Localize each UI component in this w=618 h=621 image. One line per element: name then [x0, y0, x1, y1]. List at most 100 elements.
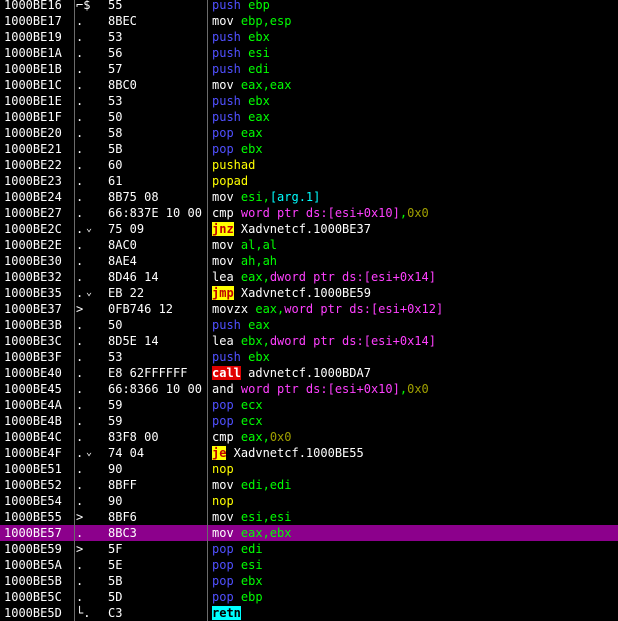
column-divider	[74, 365, 75, 381]
instruction: push eax	[212, 317, 270, 333]
disasm-row[interactable]: 1000BE4C. 83F8 00 cmp eax,0x0	[0, 429, 618, 445]
disasm-row[interactable]: 1000BE57. 8BC3 mov eax,ebx	[0, 525, 618, 541]
opcode-bytes: 5E	[108, 558, 123, 572]
opcode-bytes: 5B	[108, 574, 123, 588]
disasm-row[interactable]: 1000BE24. 8B75 08 mov esi,[arg.1]	[0, 189, 618, 205]
instruction: mov edi,edi	[212, 477, 291, 493]
opcode-bytes: 53	[108, 94, 123, 108]
disasm-row[interactable]: 1000BE22. 60 pushad	[0, 157, 618, 173]
disasm-row[interactable]: 1000BE21. 5B pop ebx	[0, 141, 618, 157]
flow-marker: ⌐$	[76, 0, 91, 12]
disasm-row[interactable]: 1000BE37 >0FB746 12 movzx eax,word ptr ds:…	[0, 301, 618, 317]
column-divider	[207, 29, 208, 45]
mnemonic: pop	[212, 542, 234, 556]
address-cell: 1000BE37	[4, 302, 62, 316]
instruction: pop ebp	[212, 589, 263, 605]
mnemonic: nop	[212, 494, 234, 508]
mnemonic: pushad	[212, 158, 256, 172]
instruction: push edi	[212, 61, 270, 77]
disasm-row[interactable]: 1000BE19. 53 push ebx	[0, 29, 618, 45]
column-divider	[207, 13, 208, 29]
disasm-row[interactable]: 1000BE17. 8BEC mov ebp,esp	[0, 13, 618, 29]
operand: ebx	[240, 94, 270, 108]
disasm-row[interactable]: 1000BE5D └. C3 retn	[0, 605, 618, 621]
disassembly-listing[interactable]: 1000BE16 ⌐$ 55 push ebp 1000BE17. 8BEC mov ebp…	[0, 0, 618, 621]
flow-marker: .	[76, 414, 84, 428]
instruction: push ebx	[212, 349, 270, 365]
address-cell: 1000BE1C	[4, 78, 62, 92]
disasm-row[interactable]: 1000BE4F. ⌄ 74 04 je Xadvnetcf.1000BE55	[0, 445, 618, 461]
disasm-row[interactable]: 1000BE4A. 59 pop ecx	[0, 397, 618, 413]
disasm-row[interactable]: 1000BE5A. 5E pop esi	[0, 557, 618, 573]
disasm-row[interactable]: 1000BE30. 8AE4 mov ah,ah	[0, 253, 618, 269]
disasm-row[interactable]: 1000BE54. 90 nop	[0, 493, 618, 509]
instruction: call advnetcf.1000BDA7	[212, 365, 371, 381]
instruction: and word ptr ds:[esi+0x10],0x0	[212, 381, 429, 397]
operand: eax	[240, 110, 270, 124]
column-divider	[74, 29, 75, 45]
instruction: pop ebx	[212, 573, 263, 589]
opcode-bytes: 66:837E 10 00	[108, 206, 202, 220]
flow-marker: .	[76, 110, 84, 124]
instruction: push eax	[212, 109, 270, 125]
mnemonic: mov	[212, 510, 234, 524]
mnemonic: jnz	[212, 222, 234, 236]
disasm-row[interactable]: 1000BE16 ⌐$ 55 push ebp	[0, 0, 618, 13]
flow-marker: .	[76, 270, 84, 284]
column-divider	[74, 397, 75, 413]
disasm-row[interactable]: 1000BE20. 58 pop eax	[0, 125, 618, 141]
disasm-row[interactable]: 1000BE3F. 53 push ebx	[0, 349, 618, 365]
disasm-row[interactable]: 1000BE40. E8 62FFFFFF call advnetcf.1000BD…	[0, 365, 618, 381]
operand: esi,esi	[233, 510, 292, 524]
disasm-row[interactable]: 1000BE1F. 50 push eax	[0, 109, 618, 125]
column-divider	[207, 397, 208, 413]
disasm-row[interactable]: 1000BE5B. 5B pop ebx	[0, 573, 618, 589]
flow-marker: └.	[76, 606, 91, 620]
disasm-row[interactable]: 1000BE55 >8BF6 mov esi,esi	[0, 509, 618, 525]
disasm-row[interactable]: 1000BE59 >5F pop edi	[0, 541, 618, 557]
disasm-row[interactable]: 1000BE2C. ⌄ 75 09 jnz Xadvnetcf.1000BE37	[0, 221, 618, 237]
column-divider	[207, 189, 208, 205]
disasm-row[interactable]: 1000BE4B. 59 pop ecx	[0, 413, 618, 429]
column-divider	[207, 365, 208, 381]
instruction: pop ebx	[212, 141, 263, 157]
disasm-row[interactable]: 1000BE1B. 57 push edi	[0, 61, 618, 77]
disasm-row[interactable]: 1000BE5C. 5D pop ebp	[0, 589, 618, 605]
flow-marker: .	[76, 46, 84, 60]
disasm-row[interactable]: 1000BE3C. 8D5E 14 lea ebx,dword ptr ds:[es…	[0, 333, 618, 349]
mnemonic: lea	[212, 270, 234, 284]
mnemonic: mov	[212, 78, 234, 92]
disasm-row[interactable]: 1000BE45. 66:8366 10 00 and word ptr ds:[e…	[0, 381, 618, 397]
operand: edi	[240, 62, 270, 76]
disasm-row[interactable]: 1000BE1C. 8BC0 mov eax,eax	[0, 77, 618, 93]
column-divider	[207, 205, 208, 221]
instruction: push ebx	[212, 29, 270, 45]
opcode-bytes: C3	[108, 606, 123, 620]
mnemonic: call	[212, 366, 241, 380]
disasm-row[interactable]: 1000BE27. 66:837E 10 00 cmp word ptr ds:[e…	[0, 205, 618, 221]
disasm-row[interactable]: 1000BE1A. 56 push esi	[0, 45, 618, 61]
instruction: lea eax,dword ptr ds:[esi+0x14]	[212, 269, 436, 285]
column-divider	[74, 285, 75, 301]
flow-marker: .	[76, 174, 84, 188]
instruction: push ebx	[212, 93, 270, 109]
column-divider	[207, 413, 208, 429]
disasm-row[interactable]: 1000BE52. 8BFF mov edi,edi	[0, 477, 618, 493]
flow-marker: .	[76, 318, 84, 332]
disasm-row[interactable]: 1000BE35. ⌄ EB 22 jmp Xadvnetcf.1000BE59	[0, 285, 618, 301]
opcode-bytes: 8BC0	[108, 78, 137, 92]
column-divider	[74, 61, 75, 77]
disasm-row[interactable]: 1000BE51. 90 nop	[0, 461, 618, 477]
column-divider	[207, 157, 208, 173]
instruction: jmp Xadvnetcf.1000BE59	[212, 285, 371, 301]
disasm-row[interactable]: 1000BE23. 61 popad	[0, 173, 618, 189]
disasm-row[interactable]: 1000BE1E. 53 push ebx	[0, 93, 618, 109]
opcode-bytes: 5F	[108, 542, 123, 556]
instruction: nop	[212, 493, 234, 509]
disasm-row[interactable]: 1000BE2E. 8AC0 mov al,al	[0, 237, 618, 253]
disasm-row[interactable]: 1000BE32. 8D46 14 lea eax,dword ptr ds:[es…	[0, 269, 618, 285]
flow-marker: .	[76, 222, 84, 236]
mnemonic: pop	[212, 398, 234, 412]
disasm-row[interactable]: 1000BE3B. 50 push eax	[0, 317, 618, 333]
instruction: mov ah,ah	[212, 253, 277, 269]
